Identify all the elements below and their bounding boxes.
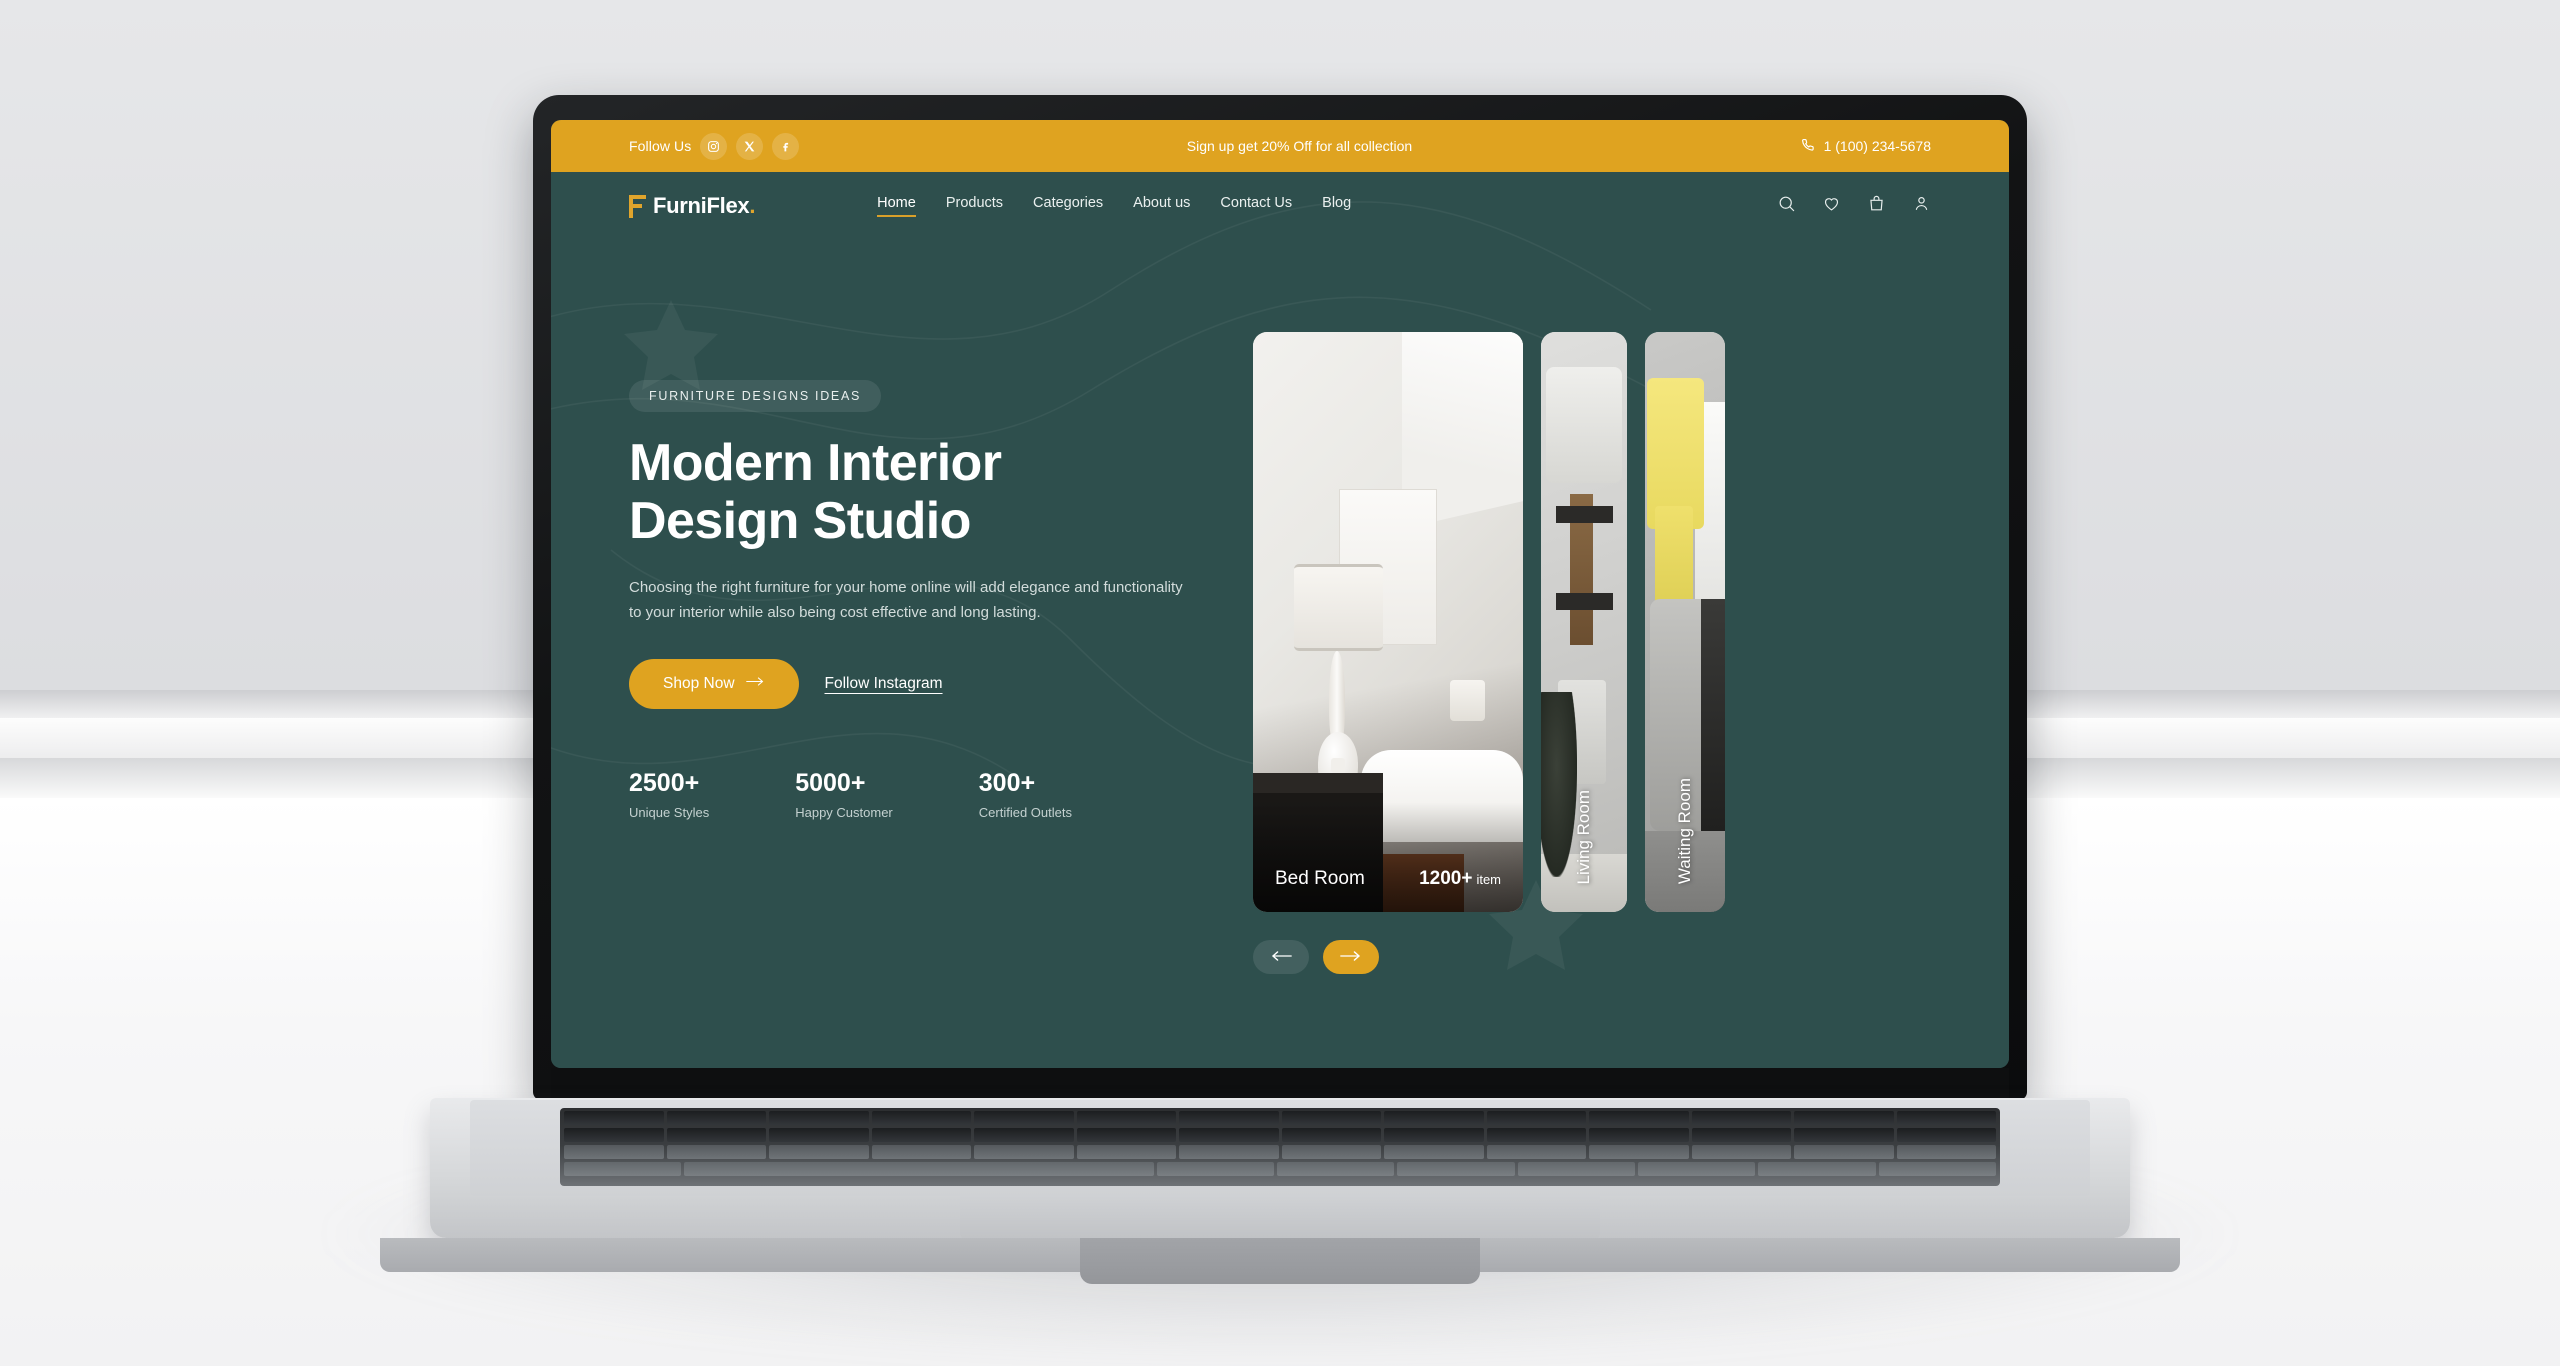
site-logo[interactable]: FurniFlex. bbox=[629, 193, 755, 219]
screen-bezel-bottom bbox=[551, 1068, 2009, 1098]
nav-item-contact-us[interactable]: Contact Us bbox=[1220, 195, 1292, 217]
instagram-icon[interactable] bbox=[700, 132, 728, 160]
stat-happy-customer: 5000+ Happy Customer bbox=[795, 769, 893, 820]
waiting-room-label: Waiting Room bbox=[1675, 777, 1694, 884]
phone-number: 1 (100) 234-5678 bbox=[1823, 138, 1931, 154]
stat-value: 5000+ bbox=[795, 769, 866, 798]
nav-item-about-us[interactable]: About us bbox=[1133, 195, 1190, 217]
nav-item-products[interactable]: Products bbox=[946, 195, 1003, 217]
living-room-label: Living Room bbox=[1574, 789, 1593, 885]
social-follow-group: Follow Us bbox=[629, 132, 800, 160]
hero-section: FURNITURE DESIGNS IDEAS Modern Interior … bbox=[551, 240, 2009, 1068]
carousel-card-waiting-room[interactable]: Waiting Room bbox=[1645, 332, 1725, 912]
website-viewport: Follow Us Sign up get 20% Off for all co… bbox=[551, 120, 2009, 1068]
promo-message: Sign up get 20% Off for all collection bbox=[1186, 138, 1413, 154]
carousel-card-living-room[interactable]: Living Room bbox=[1541, 332, 1627, 912]
nav-item-categories[interactable]: Categories bbox=[1033, 195, 1103, 217]
hero-stats: 2500+ Unique Styles 5000+ Happy Customer… bbox=[629, 769, 1269, 820]
follow-us-label: Follow Us bbox=[629, 138, 692, 154]
stat-unique-styles: 2500+ Unique Styles bbox=[629, 769, 709, 820]
arrow-left-icon bbox=[1270, 950, 1292, 965]
carousel-card-bed-room[interactable]: Bed Room 1200+ item bbox=[1253, 332, 1523, 912]
laptop-front-notch bbox=[1080, 1238, 1480, 1284]
hero-title-line-2: Design Studio bbox=[629, 492, 971, 551]
phone-icon bbox=[1800, 137, 1815, 155]
nav-item-blog[interactable]: Blog bbox=[1322, 195, 1351, 217]
laptop-trackpad bbox=[960, 1196, 1600, 1240]
carousel-prev-button[interactable] bbox=[1253, 940, 1309, 974]
bed-room-caption: Bed Room 1200+ item bbox=[1253, 802, 1523, 912]
page-title: Modern Interior Design Studio bbox=[629, 434, 1269, 550]
nav-item-home[interactable]: Home bbox=[877, 195, 916, 217]
hero-paragraph: Choosing the right furniture for your ho… bbox=[629, 579, 1183, 621]
shop-now-button[interactable]: Shop Now bbox=[629, 659, 799, 710]
facebook-icon[interactable] bbox=[772, 132, 800, 160]
stat-label: Happy Customer bbox=[795, 805, 893, 821]
stat-value: 300+ bbox=[978, 769, 1036, 798]
search-icon[interactable] bbox=[1777, 194, 1796, 218]
phone-group[interactable]: 1 (100) 234-5678 bbox=[1800, 137, 1931, 155]
x-icon[interactable] bbox=[736, 132, 764, 160]
announcement-bar: Follow Us Sign up get 20% Off for all co… bbox=[551, 120, 2009, 172]
logo-text: FurniFlex. bbox=[653, 193, 756, 218]
card-item-count: 1200+ item bbox=[1419, 868, 1501, 889]
carousel-controls bbox=[1253, 940, 1379, 974]
laptop-screen: Follow Us Sign up get 20% Off for all co… bbox=[551, 120, 2009, 1068]
nav-menu: Home Products Categories About us Contac… bbox=[877, 195, 1351, 217]
arrow-right-icon bbox=[1340, 950, 1362, 965]
laptop-mockup: Follow Us Sign up get 20% Off for all co… bbox=[0, 0, 2560, 1366]
user-account-icon[interactable] bbox=[1912, 194, 1931, 218]
hero-eyebrow-badge: FURNITURE DESIGNS IDEAS bbox=[629, 380, 882, 412]
hero-copy: FURNITURE DESIGNS IDEAS Modern Interior … bbox=[629, 380, 1269, 820]
laptop-keyboard bbox=[560, 1108, 2000, 1186]
wishlist-heart-icon[interactable] bbox=[1822, 194, 1841, 218]
stat-certified-outlets: 300+ Certified Outlets bbox=[979, 769, 1072, 820]
logo-f-mark-icon bbox=[629, 194, 646, 218]
stat-label: Certified Outlets bbox=[978, 805, 1072, 821]
hero-title-line-1: Modern Interior bbox=[629, 434, 1002, 492]
stat-value: 2500+ bbox=[629, 769, 700, 798]
nav-icon-group bbox=[1777, 194, 1931, 218]
carousel-next-button[interactable] bbox=[1323, 940, 1379, 974]
card-title: Bed Room bbox=[1275, 868, 1365, 889]
cart-bag-icon[interactable] bbox=[1867, 194, 1886, 218]
arrow-right-icon bbox=[745, 675, 765, 693]
shop-now-label: Shop Now bbox=[663, 675, 735, 693]
laptop-lid: Follow Us Sign up get 20% Off for all co… bbox=[533, 95, 2027, 1100]
main-navigation: FurniFlex. Home Products Categories Abou… bbox=[551, 172, 2009, 240]
follow-instagram-link[interactable]: Follow Instagram bbox=[825, 675, 943, 693]
category-carousel: Bed Room 1200+ item Living Room Waiting … bbox=[1253, 332, 1725, 912]
hero-cta-row: Shop Now Follow Instagram bbox=[629, 659, 1269, 710]
stat-label: Unique Styles bbox=[629, 805, 710, 821]
